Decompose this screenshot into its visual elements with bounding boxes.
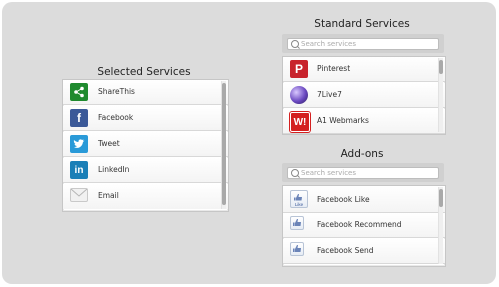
addons-search-input[interactable] [301, 168, 435, 178]
linkedin-icon: in [70, 161, 88, 179]
addon-label: Facebook Recommend [317, 220, 402, 229]
standard-services-search-box[interactable] [287, 38, 439, 50]
scrollbar-thumb[interactable] [439, 60, 443, 74]
service-label: Tweet [98, 139, 120, 148]
service-label: A1 Webmarks [317, 116, 369, 125]
standard-services-title: Standard Services [314, 18, 410, 30]
thumbs-up-icon [290, 242, 304, 256]
service-label: 7Live7 [317, 90, 342, 99]
thumbs-up-icon [290, 216, 304, 230]
svg-text:Like: Like [295, 202, 304, 207]
list-item-linkedin[interactable]: in LinkedIn [63, 158, 228, 183]
list-item-sharethis[interactable]: ShareThis [63, 80, 228, 105]
standard-services-list: P Pinterest 7Live7 W! A1 Webmarks [282, 56, 446, 135]
addons-search-box[interactable] [287, 167, 439, 179]
email-icon [70, 188, 88, 202]
facebook-icon: f [70, 109, 88, 127]
selected-services-scrollbar[interactable] [221, 81, 226, 209]
search-icon [291, 40, 299, 48]
list-item-facebook-send[interactable]: Facebook Send [283, 239, 445, 264]
service-label: Facebook [98, 113, 134, 122]
addon-label: Facebook Send [317, 246, 374, 255]
service-label: ShareThis [98, 87, 135, 96]
addon-label: Facebook Like [317, 195, 370, 204]
sharethis-icon [70, 83, 88, 101]
service-label: LinkedIn [98, 165, 130, 174]
addons-list: Like Facebook Like Facebook Recommend Fa… [282, 185, 446, 267]
addons-scrollbar[interactable] [438, 187, 443, 264]
service-label: Email [98, 191, 119, 200]
selected-services-title: Selected Services [97, 66, 191, 78]
7live7-icon [290, 86, 308, 104]
selected-services-list: ShareThis f Facebook Tweet in LinkedIn E… [62, 79, 229, 212]
service-label: Pinterest [317, 64, 351, 73]
list-item-facebook-recommend[interactable]: Facebook Recommend [283, 213, 445, 238]
services-configurator: Standard Services P Pinterest 7Live7 W! … [2, 2, 496, 284]
list-item-pinterest[interactable]: P Pinterest [283, 57, 445, 82]
list-item-facebook[interactable]: f Facebook [63, 106, 228, 131]
facebook-like-icon: Like [290, 190, 308, 208]
list-item-a1-webmarks[interactable]: W! A1 Webmarks [283, 109, 445, 134]
addons-title: Add-ons [340, 148, 384, 160]
scrollbar-thumb[interactable] [439, 189, 443, 207]
standard-services-search-bar [282, 34, 444, 53]
a1-webmarks-icon: W! [290, 112, 310, 132]
standard-services-search-input[interactable] [301, 39, 435, 49]
list-item-tweet[interactable]: Tweet [63, 132, 228, 157]
standard-services-scrollbar[interactable] [438, 58, 443, 132]
list-item-facebook-like[interactable]: Like Facebook Like [283, 186, 445, 213]
scrollbar-thumb[interactable] [222, 83, 226, 205]
list-item-email[interactable]: Email [63, 184, 228, 209]
pinterest-icon: P [290, 60, 308, 78]
twitter-icon [70, 135, 88, 153]
search-icon [291, 169, 299, 177]
addons-search-bar [282, 163, 444, 182]
list-item-7live7[interactable]: 7Live7 [283, 83, 445, 108]
